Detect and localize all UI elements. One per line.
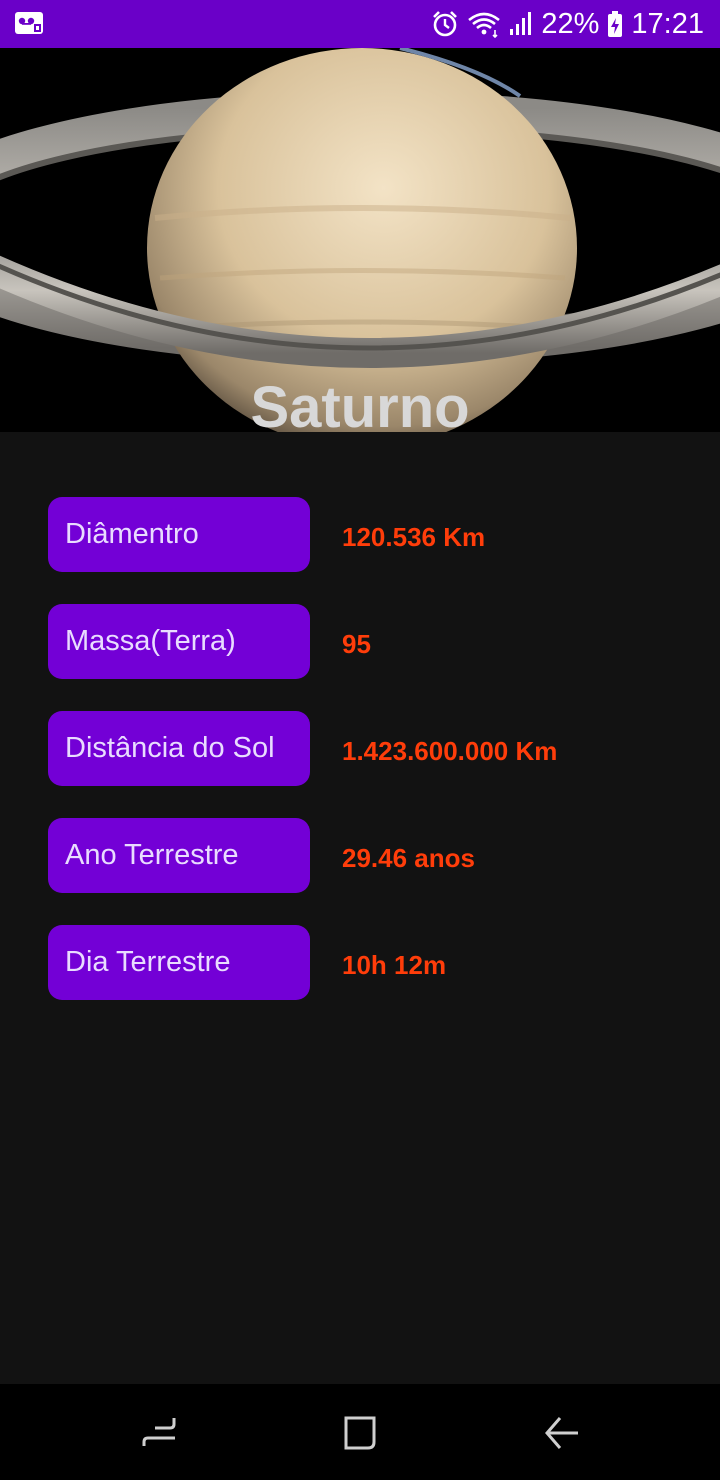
- earth-day-value: 10h 12m: [342, 950, 447, 980]
- earth-day-button[interactable]: Dia Terrestre: [48, 925, 310, 1000]
- mass-value: 95: [342, 629, 371, 659]
- alarm-icon: [431, 10, 459, 38]
- earth-year-value: 29.46 anos: [342, 843, 475, 873]
- battery-percent: 22%: [541, 8, 600, 40]
- wifi-icon: [467, 10, 501, 38]
- fact-row: Distância do Sol 1.423.600.000 Km: [48, 711, 688, 786]
- clock: 17:21: [631, 8, 704, 40]
- status-bar: 22% 17:21: [0, 0, 720, 48]
- navigation-bar: [0, 1384, 720, 1480]
- planet-title: Saturno: [250, 375, 470, 432]
- fact-row: Dia Terrestre 10h 12m: [48, 925, 688, 1000]
- fact-row: Diâmentro 120.536 Km: [48, 497, 688, 572]
- fact-row: Ano Terrestre 29.46 anos: [48, 818, 688, 893]
- home-icon[interactable]: [340, 1412, 380, 1452]
- diameter-button[interactable]: Diâmentro: [48, 497, 310, 572]
- sun-distance-value: 1.423.600.000 Km: [342, 736, 558, 766]
- earth-year-button[interactable]: Ano Terrestre: [48, 818, 310, 893]
- voicemail-icon: [14, 10, 44, 41]
- mass-button[interactable]: Massa(Terra): [48, 604, 310, 679]
- facts-panel: Diâmentro 120.536 Km Massa(Terra) 95 Dis…: [0, 432, 720, 1384]
- battery-charging-icon: [607, 10, 623, 38]
- back-icon[interactable]: [542, 1412, 582, 1452]
- planet-image: Saturno: [0, 48, 720, 432]
- diameter-value: 120.536 Km: [342, 522, 486, 552]
- recents-icon[interactable]: [140, 1412, 180, 1452]
- sun-distance-button[interactable]: Distância do Sol: [48, 711, 310, 786]
- fact-row: Massa(Terra) 95: [48, 604, 688, 679]
- signal-icon: [509, 11, 533, 37]
